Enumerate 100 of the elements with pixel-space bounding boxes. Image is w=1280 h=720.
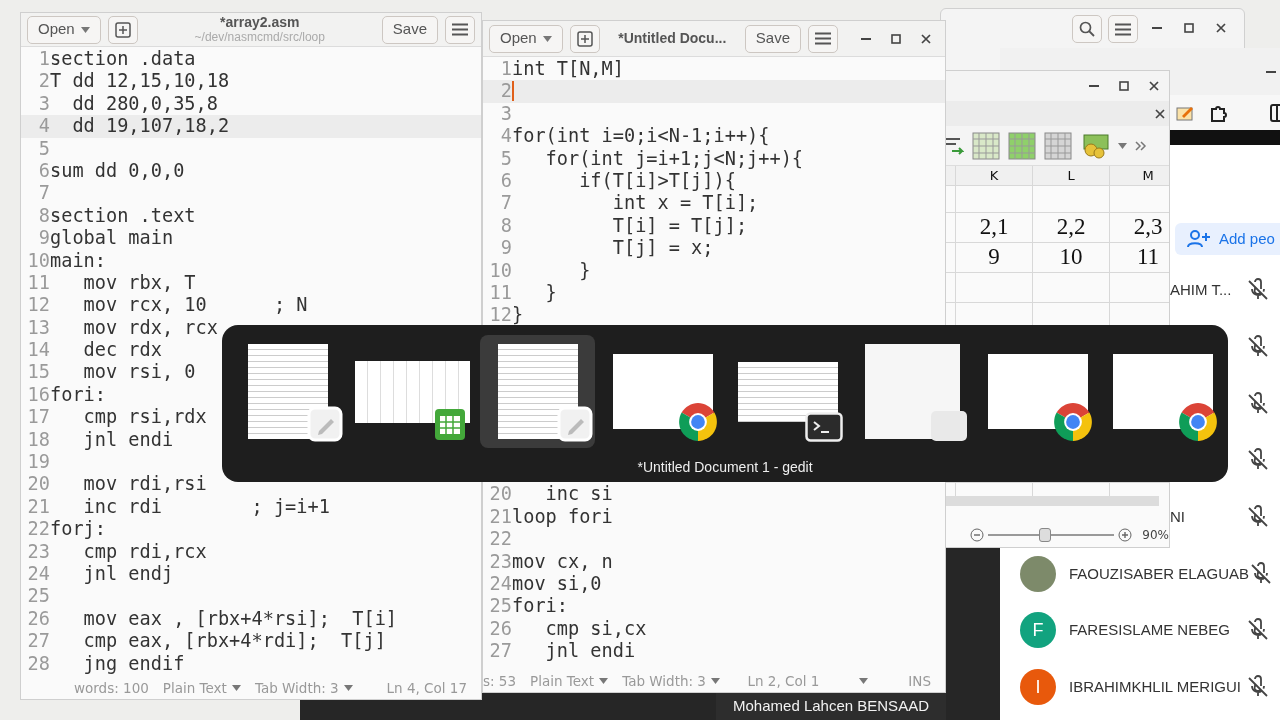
zoom-in-icon[interactable] xyxy=(1118,528,1133,542)
code-line: mov cx, n xyxy=(512,550,613,574)
code-line: inc rdi ; j=i+1 xyxy=(82,495,330,519)
line-number: 18 xyxy=(26,428,50,452)
menu-button[interactable] xyxy=(1108,15,1138,43)
slider-thumb[interactable] xyxy=(1038,528,1051,542)
code-line: cmp rdi,rcx xyxy=(82,540,207,563)
status-text: Ln 4, Col 17 xyxy=(386,678,467,698)
text-editor-icon xyxy=(307,406,343,442)
code-line: int x = T[i]; xyxy=(611,192,759,215)
save-button[interactable]: Save xyxy=(744,24,801,53)
search-button[interactable] xyxy=(1072,15,1102,43)
line-number: 13 xyxy=(26,316,50,340)
minimize-icon[interactable] xyxy=(861,36,871,41)
line-number: 16 xyxy=(26,383,50,407)
line-number: 10 xyxy=(488,259,512,282)
open-button[interactable]: Open xyxy=(489,24,563,53)
dropdown-button[interactable] xyxy=(859,678,869,684)
code-line: dd 280,0,35,8 xyxy=(71,92,218,116)
line-number: 12 xyxy=(488,304,512,327)
money-icon[interactable] xyxy=(1080,131,1110,160)
line-number: 5 xyxy=(499,147,512,170)
scrollbar[interactable] xyxy=(946,496,1159,506)
line-number: 22 xyxy=(26,518,50,541)
code-line: jnl endi xyxy=(544,640,636,663)
line-number: 11 xyxy=(26,271,50,295)
mic-off-icon[interactable] xyxy=(1246,391,1270,416)
code-line: forj: xyxy=(50,518,106,541)
line-number: 5 xyxy=(37,137,50,160)
code-line: T[j] = x; xyxy=(611,237,714,260)
line-number: 14 xyxy=(26,339,50,362)
close-icon[interactable] xyxy=(1149,81,1159,91)
code-line: section .data xyxy=(50,48,196,71)
code-line: inc si xyxy=(544,483,613,506)
code-line: dd 19,107,18,2 xyxy=(71,115,230,138)
table-cell: 11 xyxy=(1110,243,1169,272)
line-number: 24 xyxy=(26,563,50,586)
new-tab-button[interactable] xyxy=(569,24,600,53)
code-line: mov rdx, rcx xyxy=(82,316,218,340)
code-line: section .text xyxy=(50,204,196,228)
status-dropdown[interactable]: Plain Text xyxy=(530,670,609,692)
table-cell: 2,1 xyxy=(956,213,1033,242)
line-number: 27 xyxy=(488,640,512,663)
maximize-icon[interactable] xyxy=(891,33,901,44)
status-dropdown[interactable]: Plain Text xyxy=(162,677,241,699)
line-number: 11 xyxy=(488,281,512,305)
terminal-icon xyxy=(805,412,843,442)
line-number: 9 xyxy=(37,227,50,250)
new-tab-icon xyxy=(114,21,131,38)
avatar: F xyxy=(1020,612,1056,649)
minimize-icon[interactable] xyxy=(1089,84,1099,88)
code-line: mov rbx, T xyxy=(82,271,196,295)
caret-icon xyxy=(80,26,90,33)
close-icon[interactable] xyxy=(921,33,931,44)
minimize-icon[interactable] xyxy=(1152,26,1162,30)
code-line: main: xyxy=(50,249,106,272)
line-number: 3 xyxy=(499,102,512,126)
caret-icon xyxy=(859,678,869,684)
save-button[interactable]: Save xyxy=(381,15,438,44)
chrome-icon xyxy=(1178,402,1218,442)
close-icon[interactable] xyxy=(1216,23,1226,33)
zoom-out-icon[interactable] xyxy=(970,528,984,542)
maximize-icon[interactable] xyxy=(1184,23,1194,33)
line-number: 3 xyxy=(37,92,50,116)
menu-button[interactable] xyxy=(808,24,838,53)
line-number: 2 xyxy=(499,80,512,103)
code-line: if(T[i]>T[j]){ xyxy=(578,169,736,193)
maximize-icon[interactable] xyxy=(1119,81,1129,91)
document-title: *array2.asm xyxy=(220,15,300,31)
code-line: cmp rsi,rdx xyxy=(82,406,207,429)
line-number: 19 xyxy=(26,451,50,474)
menu-icon xyxy=(1115,22,1131,36)
line-number: 12 xyxy=(26,294,50,317)
close-icon[interactable] xyxy=(1155,108,1165,119)
open-button[interactable]: Open xyxy=(27,15,101,44)
participant-name: AHIM T... xyxy=(1170,280,1232,301)
participant-name: IBRAHIMKHLIL MERIGUI xyxy=(1069,676,1241,697)
line-number: 25 xyxy=(26,585,50,608)
line-number: 9 xyxy=(499,237,512,260)
status-dropdown[interactable]: Tab Width: 3 xyxy=(622,670,720,692)
person-add-icon xyxy=(1187,230,1211,248)
new-tab-button[interactable] xyxy=(107,15,138,44)
avatar: I xyxy=(1020,669,1056,706)
participant-name: NI xyxy=(1170,506,1185,527)
minimize-icon[interactable] xyxy=(1266,69,1276,74)
line-number: 2 xyxy=(37,70,50,93)
menu-button[interactable] xyxy=(445,15,475,44)
line-number: 21 xyxy=(488,505,512,529)
add-people-button[interactable]: Add peo xyxy=(1175,223,1280,255)
caret-icon xyxy=(599,678,609,684)
chrome-icon xyxy=(1053,402,1093,442)
column-header: M xyxy=(1110,166,1169,185)
avatar-photo-placeholder xyxy=(1020,555,1056,592)
chevrons-icon[interactable] xyxy=(1135,140,1147,151)
line-number: 25 xyxy=(488,595,512,618)
participant-name: FARESISLAME NEBEG xyxy=(1069,620,1230,641)
window-preview[interactable] xyxy=(480,335,595,448)
status-dropdown[interactable]: Tab Width: 3 xyxy=(254,677,353,699)
participant-name: FAOUZISABER ELAGUAB xyxy=(1069,563,1250,584)
code-line: for(int j=i+1;j<N;j++){ xyxy=(544,147,804,170)
